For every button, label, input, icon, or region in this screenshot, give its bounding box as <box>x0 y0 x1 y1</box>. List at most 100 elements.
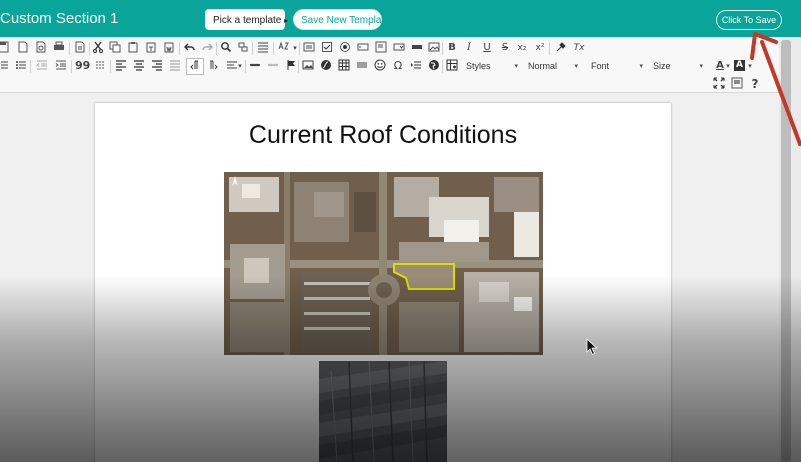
paste-text-icon[interactable] <box>144 41 158 55</box>
background-color-button[interactable]: A <box>734 60 745 71</box>
chevron-down-icon: ▾ <box>574 63 578 70</box>
justify-icon[interactable] <box>168 59 182 73</box>
rtl-icon[interactable] <box>206 59 220 73</box>
save-icon[interactable] <box>0 41 10 55</box>
font-dropdown[interactable]: Font ▾ <box>591 59 643 74</box>
bold-button[interactable]: B <box>445 41 459 55</box>
underline-button[interactable]: U <box>480 41 494 55</box>
remove-format-button[interactable]: Tx <box>572 41 586 55</box>
horizontal-rule-icon[interactable] <box>355 59 369 73</box>
templates-icon[interactable] <box>73 41 87 55</box>
replace-icon[interactable] <box>236 41 250 55</box>
insert-table-plus-icon[interactable] <box>445 59 459 73</box>
preview-icon[interactable] <box>34 41 48 55</box>
align-center-icon[interactable] <box>132 59 146 73</box>
toolbar-separator <box>71 60 72 73</box>
editor-scrollbar-thumb[interactable] <box>781 40 791 462</box>
bulleted-list-icon[interactable] <box>14 59 28 73</box>
toolbar-separator <box>179 42 180 55</box>
bg-color-caret-icon[interactable]: ▾ <box>746 59 754 73</box>
toolbar-separator <box>110 60 111 73</box>
table-icon[interactable] <box>337 59 351 73</box>
toolbar-separator <box>442 42 443 55</box>
page-break-icon[interactable] <box>409 59 423 73</box>
help-button[interactable]: ? <box>748 77 762 91</box>
paste-icon[interactable] <box>126 41 140 55</box>
spellcheck-icon[interactable] <box>278 41 292 55</box>
new-page-icon[interactable] <box>16 41 30 55</box>
print-icon[interactable] <box>52 41 66 55</box>
save-new-template-button[interactable]: Save New Template <box>293 9 390 30</box>
flash-icon[interactable] <box>319 59 333 73</box>
subscript-button[interactable]: x₂ <box>515 41 529 55</box>
find-icon[interactable] <box>219 41 233 55</box>
blockquote-button[interactable]: 99 <box>75 59 90 73</box>
styles-dropdown[interactable]: Styles ▾ <box>466 59 518 74</box>
show-blocks-icon[interactable] <box>730 77 744 91</box>
anchor-flag-icon[interactable] <box>284 59 298 73</box>
section-title: Custom Section 1 <box>0 10 119 27</box>
toolbar-separator <box>216 42 217 55</box>
align-left-icon[interactable] <box>114 59 128 73</box>
iframe-globe-icon[interactable] <box>427 59 441 73</box>
chevron-down-icon: ▾ <box>699 63 703 70</box>
italic-button[interactable]: I <box>462 41 476 55</box>
textfield-icon[interactable] <box>356 41 370 55</box>
smiley-icon[interactable] <box>373 59 387 73</box>
editor-header: Custom Section 1 Pick a template ▸ Save … <box>0 0 801 37</box>
align-right-icon[interactable] <box>150 59 164 73</box>
click-to-save-button[interactable]: Click To Save <box>716 10 782 30</box>
toolbar-separator <box>442 60 443 73</box>
redo-icon[interactable] <box>200 41 214 55</box>
toolbar-separator <box>273 42 274 55</box>
select-all-icon[interactable] <box>256 41 270 55</box>
cut-icon[interactable] <box>91 41 105 55</box>
ltr-icon <box>188 59 202 73</box>
textarea-icon[interactable] <box>374 41 388 55</box>
toolbar-separator <box>299 42 300 55</box>
toolbar-separator <box>69 42 70 55</box>
unlink-icon[interactable] <box>266 59 280 73</box>
link-icon[interactable] <box>248 59 262 73</box>
create-div-icon[interactable] <box>93 59 107 73</box>
text-color-caret-icon[interactable]: ▾ <box>724 59 732 73</box>
superscript-button[interactable]: x² <box>533 41 547 55</box>
image-button-icon[interactable] <box>427 41 441 55</box>
document-heading[interactable]: Current Roof Conditions <box>95 121 671 150</box>
form-icon[interactable] <box>302 41 316 55</box>
toolbar-separator <box>89 42 90 55</box>
maximize-icon[interactable] <box>712 77 726 91</box>
language-caret-icon[interactable]: ▾ <box>236 59 244 73</box>
chevron-down-icon: ▾ <box>639 63 643 70</box>
special-char-button[interactable]: Ω <box>391 59 405 73</box>
editor-toolbar: ▾ B I U S x₂ x² Tx 99 ▾ Ω Styles ▾ Norma… <box>0 37 779 93</box>
checkbox-icon[interactable] <box>320 41 334 55</box>
copy-icon[interactable] <box>108 41 122 55</box>
select-field-icon[interactable] <box>392 41 406 55</box>
radio-icon[interactable] <box>338 41 352 55</box>
pick-template-button[interactable]: Pick a template ▸ <box>205 9 289 30</box>
outdent-icon[interactable] <box>35 59 49 73</box>
toolbar-separator <box>30 60 31 73</box>
numbered-list-icon[interactable] <box>0 59 10 73</box>
indent-icon[interactable] <box>54 59 68 73</box>
toolbar-separator <box>298 60 299 73</box>
aerial-roof-image[interactable] <box>224 172 543 355</box>
caret-right-icon: ▸ <box>284 16 289 25</box>
toolbar-separator <box>252 42 253 55</box>
paste-word-icon[interactable] <box>162 41 176 55</box>
chevron-down-icon: ▾ <box>514 63 518 70</box>
roof-closeup-image[interactable] <box>319 361 447 462</box>
toolbar-separator <box>245 60 246 73</box>
format-dropdown[interactable]: Normal ▾ <box>528 59 578 74</box>
size-dropdown[interactable]: Size ▾ <box>653 59 703 74</box>
styles-dropdown-label: Styles <box>466 61 491 71</box>
undo-icon[interactable] <box>183 41 197 55</box>
size-dropdown-label: Size <box>653 61 671 71</box>
button-field-icon[interactable] <box>410 41 424 55</box>
image-icon[interactable] <box>301 59 315 73</box>
spellcheck-caret-icon[interactable]: ▾ <box>291 41 299 55</box>
copy-format-icon[interactable] <box>554 41 568 55</box>
toolbar-separator <box>549 42 550 55</box>
strikethrough-button[interactable]: S <box>498 41 512 55</box>
